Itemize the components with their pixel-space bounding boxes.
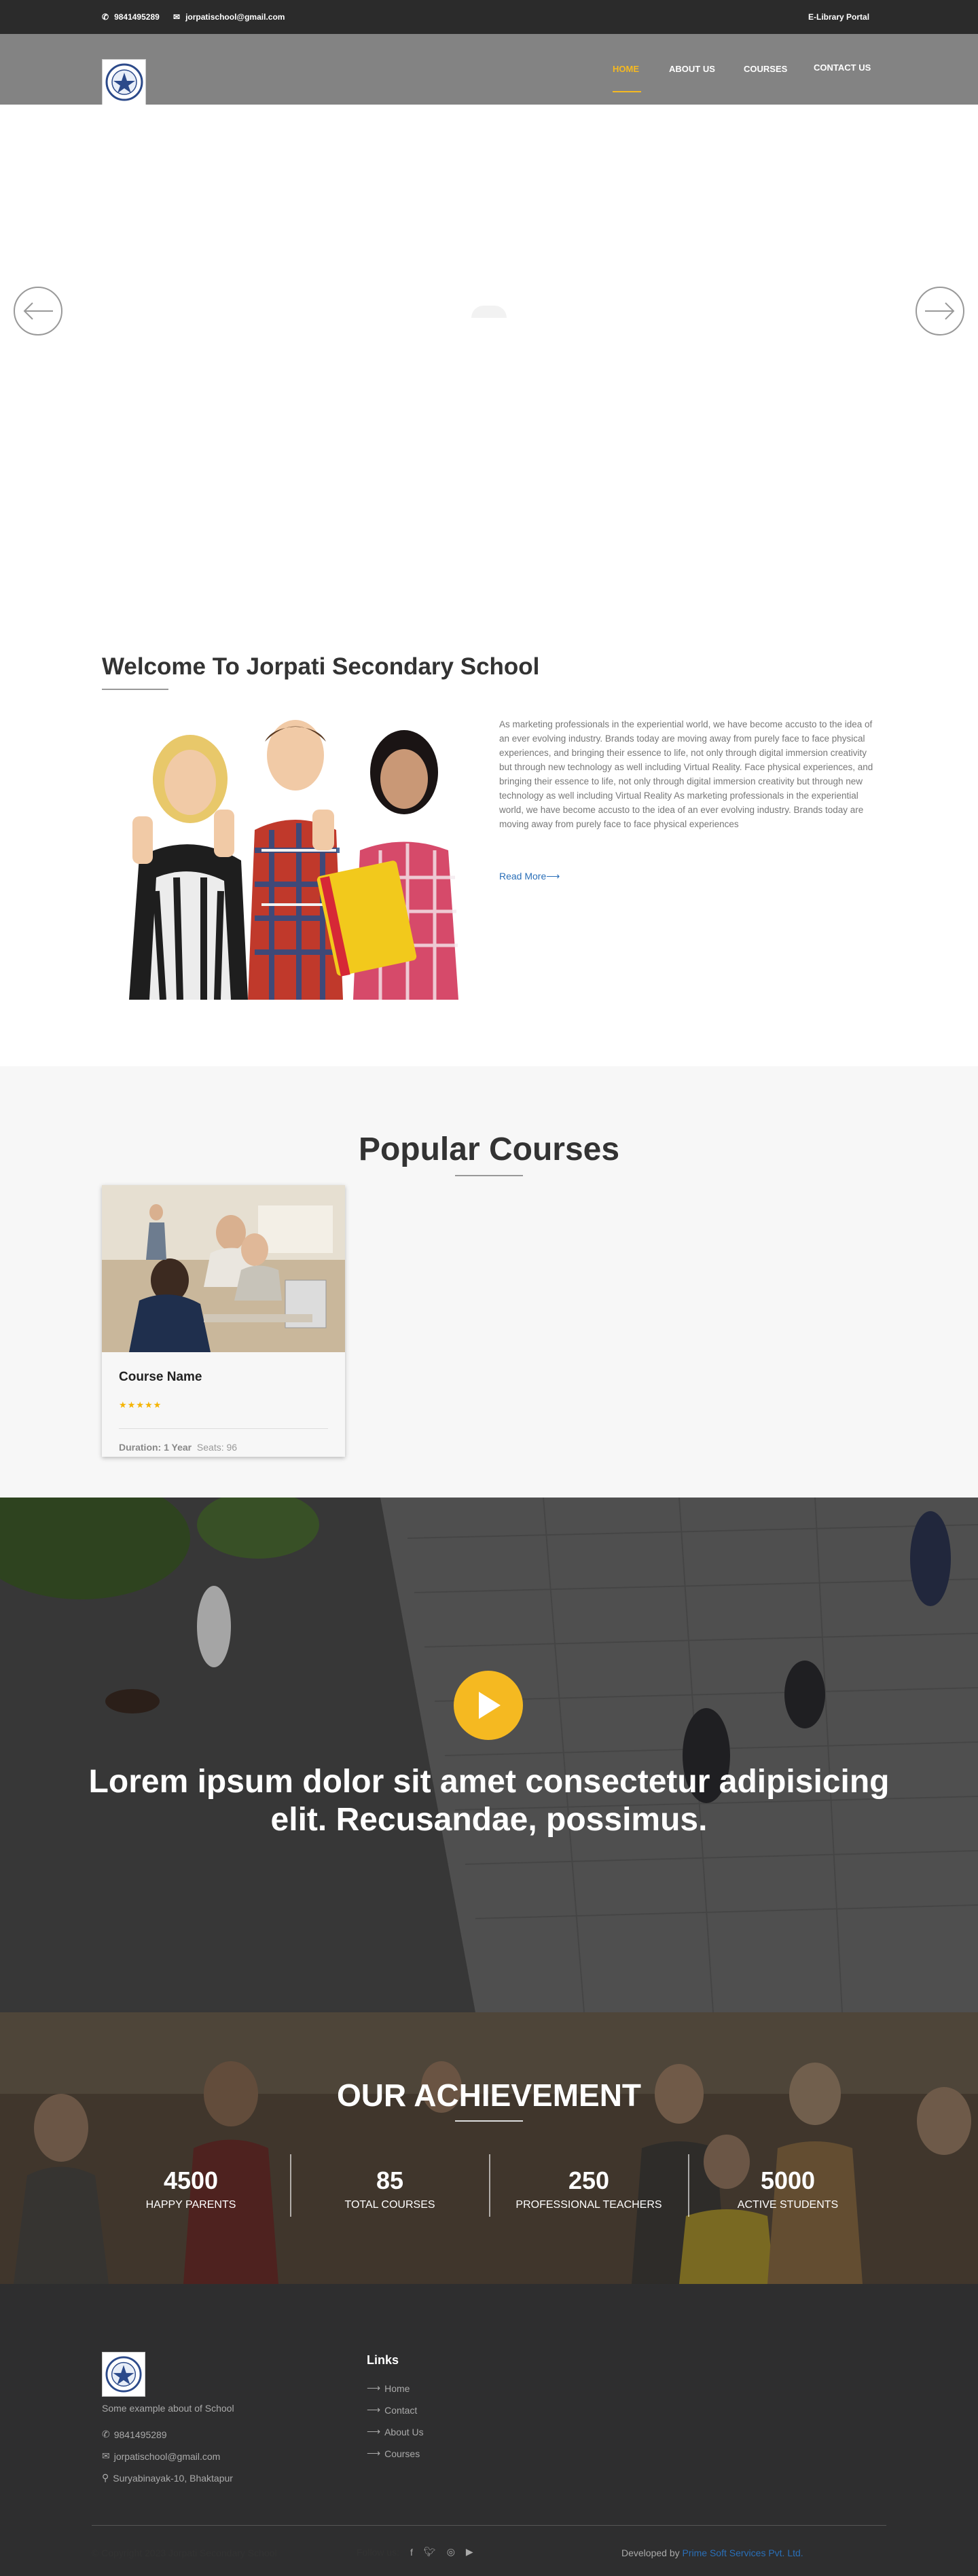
stat-happy-parents: 4500 HAPPY PARENTS bbox=[92, 2166, 290, 2211]
play-icon bbox=[479, 1692, 501, 1719]
footer-divider bbox=[92, 2525, 886, 2526]
top-bar: ✆ 9841495289 ✉ jorpatischool@gmail.com E… bbox=[0, 0, 978, 34]
school-logo-emblem bbox=[105, 2356, 142, 2393]
students-image bbox=[102, 714, 479, 1000]
stat-number: 4500 bbox=[163, 2166, 219, 2194]
course-duration: Duration: 1 Year bbox=[119, 1442, 192, 1453]
welcome-title: Welcome To Jorpati Secondary School bbox=[102, 653, 540, 680]
envelope-icon: ✉ bbox=[102, 2450, 110, 2461]
footer-phone-text: 9841495289 bbox=[113, 2429, 167, 2440]
stat-label: TOTAL COURSES bbox=[344, 2199, 435, 2211]
stat-number: 5000 bbox=[760, 2166, 816, 2194]
nav-contact-us[interactable]: CONTACT US bbox=[814, 62, 871, 73]
stat-number: 85 bbox=[376, 2166, 404, 2194]
phone-icon: ✆ bbox=[102, 12, 109, 22]
nav-home[interactable]: HOME bbox=[613, 64, 639, 74]
star-icon: ★ bbox=[144, 1400, 153, 1410]
play-video-button[interactable] bbox=[454, 1671, 523, 1740]
footer-link-label[interactable]: Home bbox=[384, 2383, 410, 2394]
main-navbar: HOME ABOUT US COURSES CONTACT US bbox=[0, 34, 978, 105]
arrow-right-icon: ⟶ bbox=[367, 2426, 381, 2437]
map-pin-icon: ⚲ bbox=[102, 2472, 109, 2483]
arrow-left-icon bbox=[23, 302, 53, 320]
elibrary-link[interactable]: E-Library Portal bbox=[808, 12, 869, 22]
footer-about-text: Some example about of School bbox=[102, 2403, 234, 2414]
footer-email-text[interactable]: jorpatischool@gmail.com bbox=[114, 2451, 221, 2462]
developed-by-label: Developed by bbox=[621, 2547, 680, 2558]
footer-phone: ✆ 9841495289 bbox=[102, 2429, 167, 2440]
course-name[interactable]: Course Name bbox=[119, 1370, 202, 1385]
read-more-link[interactable]: Read More⟶ bbox=[499, 871, 560, 882]
footer-link-label[interactable]: Courses bbox=[384, 2448, 420, 2459]
follow-us-label: Follow us: bbox=[357, 2546, 400, 2558]
footer-email[interactable]: ✉ jorpatischool@gmail.com bbox=[102, 2450, 220, 2462]
footer-link-home[interactable]: ⟶ Home bbox=[367, 2382, 410, 2394]
nav-courses[interactable]: COURSES bbox=[744, 64, 787, 74]
footer-copyright: © Copyright 2023 Jorpati Secondary Schoo… bbox=[92, 2547, 277, 2558]
school-logo-emblem bbox=[105, 63, 143, 101]
envelope-icon: ✉ bbox=[173, 12, 181, 22]
stat-professional-teachers: 250 PROFESSIONAL TEACHERS bbox=[490, 2166, 688, 2211]
star-icon: ★ bbox=[119, 1400, 128, 1410]
topbar-email[interactable]: ✉ jorpatischool@gmail.com bbox=[173, 12, 285, 22]
stat-active-students: 5000 ACTIVE STUDENTS bbox=[689, 2166, 887, 2211]
achievement-overlay bbox=[0, 2012, 978, 2284]
stat-label: ACTIVE STUDENTS bbox=[737, 2199, 839, 2211]
stat-total-courses: 85 TOTAL COURSES bbox=[291, 2166, 489, 2211]
course-rating: ★★★★★ bbox=[119, 1400, 162, 1411]
course-card[interactable]: Course Name ★★★★★ Duration: 1 Year Seats… bbox=[102, 1185, 345, 1457]
footer-links-title: Links bbox=[367, 2353, 399, 2367]
footer-logo[interactable] bbox=[102, 2352, 145, 2397]
course-meta: Duration: 1 Year Seats: 96 bbox=[119, 1442, 237, 1453]
twitter-icon[interactable]: 🐦︎ bbox=[424, 2546, 436, 2558]
achievement-section bbox=[0, 2012, 978, 2284]
achievement-title: OUR ACHIEVEMENT bbox=[336, 2078, 642, 2113]
video-section bbox=[0, 1498, 978, 2012]
topbar-email-text[interactable]: jorpatischool@gmail.com bbox=[185, 12, 285, 22]
achievement-title-underline bbox=[455, 2120, 523, 2122]
youtube-icon[interactable]: ▶ bbox=[466, 2546, 473, 2558]
footer-link-contact[interactable]: ⟶ Contact bbox=[367, 2404, 417, 2416]
nav-about-us[interactable]: ABOUT US bbox=[669, 64, 715, 74]
footer-social: Follow us: f 🐦︎ ◎ ▶ bbox=[357, 2546, 473, 2558]
footer-link-label[interactable]: About Us bbox=[384, 2427, 424, 2437]
hero-slider bbox=[0, 105, 978, 621]
footer-address-text: Suryabinayak-10, Bhaktapur bbox=[113, 2472, 233, 2484]
arrow-right-icon: ⟶ bbox=[367, 2448, 381, 2459]
stat-label: PROFESSIONAL TEACHERS bbox=[515, 2199, 662, 2211]
footer-link-label[interactable]: Contact bbox=[384, 2405, 417, 2416]
nav-home-underline bbox=[613, 91, 641, 92]
topbar-phone-text: 9841495289 bbox=[114, 12, 160, 22]
video-overlay bbox=[0, 1498, 978, 2012]
video-headline: Lorem ipsum dolor sit amet consectetur a… bbox=[88, 1764, 890, 1838]
footer-address: ⚲ Suryabinayak-10, Bhaktapur bbox=[102, 2472, 233, 2484]
stat-number: 250 bbox=[568, 2166, 610, 2194]
developer-link[interactable]: Prime Soft Services Pvt. Ltd. bbox=[683, 2547, 803, 2558]
footer-link-about-us[interactable]: ⟶ About Us bbox=[367, 2426, 424, 2437]
instagram-icon[interactable]: ◎ bbox=[447, 2546, 455, 2558]
topbar-phone: ✆ 9841495289 bbox=[102, 12, 160, 22]
arrow-right-icon: ⟶ bbox=[367, 2382, 381, 2393]
course-divider bbox=[119, 1428, 328, 1429]
popular-courses-underline bbox=[455, 1175, 523, 1176]
welcome-title-underline bbox=[102, 689, 168, 690]
facebook-icon[interactable]: f bbox=[410, 2547, 413, 2558]
welcome-body-text: As marketing professionals in the experi… bbox=[499, 719, 873, 829]
footer-link-courses[interactable]: ⟶ Courses bbox=[367, 2448, 420, 2459]
arrow-right-icon bbox=[925, 302, 955, 320]
phone-icon: ✆ bbox=[102, 2429, 110, 2439]
course-seats: Seats: 96 bbox=[196, 1442, 238, 1453]
stat-label: HAPPY PARENTS bbox=[145, 2199, 236, 2211]
course-image bbox=[102, 1185, 345, 1352]
star-icon: ★ bbox=[136, 1400, 145, 1410]
arrow-right-icon: ⟶ bbox=[367, 2404, 381, 2415]
school-logo[interactable] bbox=[102, 59, 146, 105]
slider-loading-indicator bbox=[471, 306, 507, 318]
star-icon: ★ bbox=[127, 1400, 137, 1410]
popular-courses-title: Popular Courses bbox=[358, 1131, 620, 1167]
star-icon: ★ bbox=[153, 1400, 162, 1410]
footer-developed-by: Developed by Prime Soft Services Pvt. Lt… bbox=[621, 2547, 803, 2558]
slider-prev-button[interactable] bbox=[14, 287, 62, 335]
slider-next-button[interactable] bbox=[916, 287, 964, 335]
